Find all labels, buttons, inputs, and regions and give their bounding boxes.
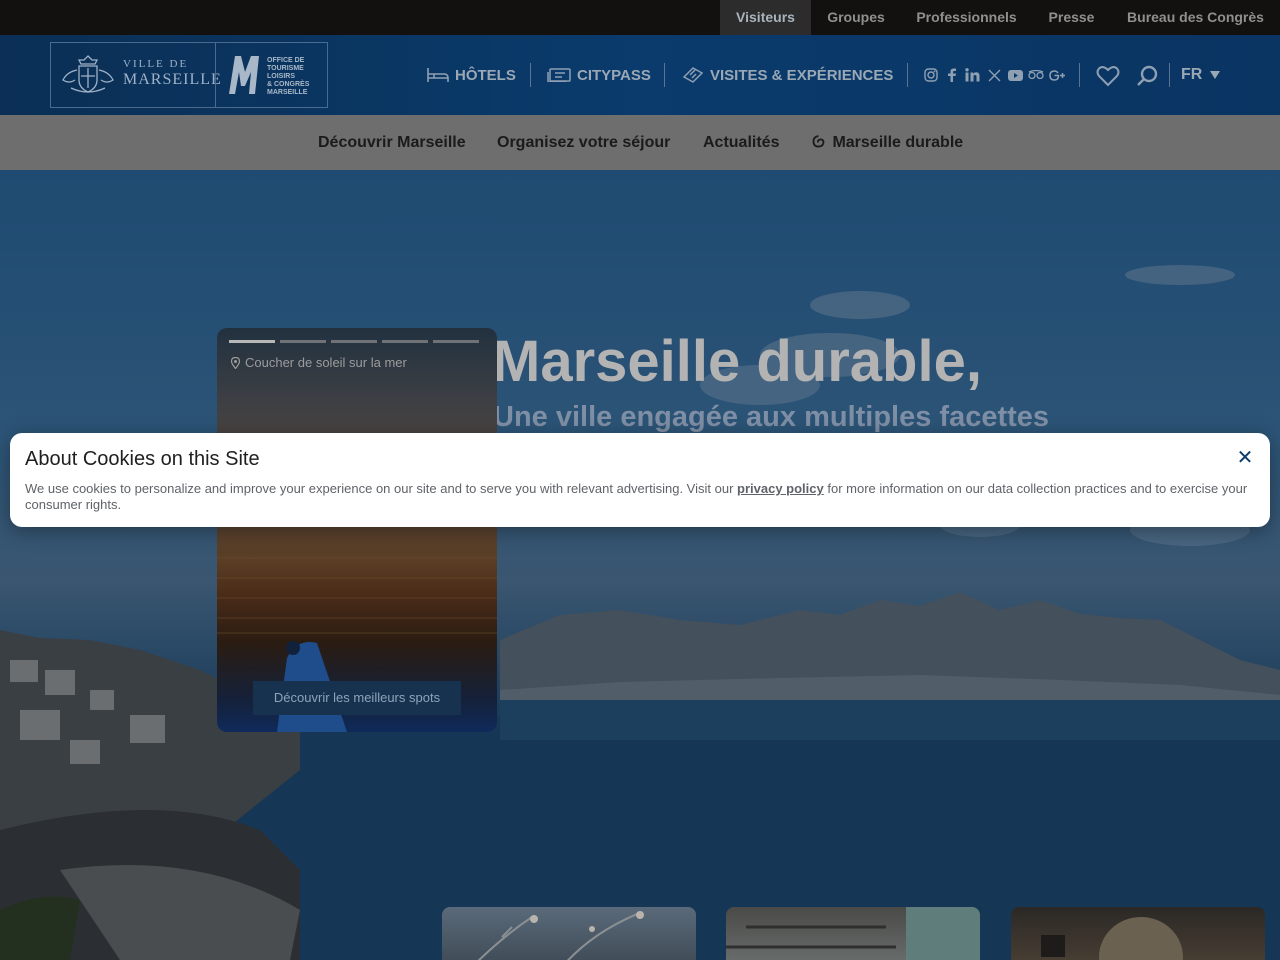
tripadvisor-icon[interactable]	[1027, 66, 1045, 84]
audience-groupes[interactable]: Groupes	[811, 0, 901, 35]
nav-decouvrir-marseille[interactable]: Découvrir Marseille	[318, 115, 466, 170]
facebook-icon[interactable]	[943, 66, 961, 84]
google-plus-icon[interactable]	[1048, 66, 1066, 84]
quick-link-hotels[interactable]: HÔTELS	[427, 35, 516, 115]
logo-ville-de: VILLE DE	[123, 58, 189, 70]
youtube-icon[interactable]	[1006, 66, 1024, 84]
logo-marseille: MARSEILLE	[123, 71, 222, 88]
site-logo[interactable]: VILLE DE MARSEILLE OFFICE DE TOURISME LO…	[50, 42, 328, 108]
leaf-swirl-icon	[812, 135, 825, 148]
linkedin-icon[interactable]	[963, 66, 981, 84]
thumbnail-card-1[interactable]	[442, 907, 696, 960]
caret-down-icon	[1209, 71, 1220, 79]
ticket-icon	[682, 67, 704, 83]
location-pin-icon	[231, 356, 240, 369]
story-card[interactable]: Coucher de soleil sur la mer Découvrir l…	[217, 328, 497, 732]
privacy-policy-link[interactable]: privacy policy	[737, 481, 824, 496]
cookie-banner-text: We use cookies to personalize and improv…	[25, 481, 1248, 512]
audience-visiteurs[interactable]: Visiteurs	[720, 0, 811, 35]
ticket-card-icon	[547, 68, 571, 82]
quick-link-visites[interactable]: VISITES & EXPÉRIENCES	[682, 35, 893, 115]
thumbnail-card-2[interactable]	[726, 907, 980, 960]
office-m-logo-icon	[229, 56, 259, 94]
main-nav: Découvrir Marseille Organisez votre séjo…	[0, 115, 1280, 170]
city-crest-icon	[62, 55, 114, 93]
nav-organisez-sejour[interactable]: Organisez votre séjour	[497, 115, 670, 170]
cookie-banner-title: About Cookies on this Site	[25, 448, 260, 470]
favorites-heart-icon[interactable]	[1095, 63, 1121, 89]
close-icon[interactable]: ✕	[1233, 446, 1257, 470]
audience-bureau-congres[interactable]: Bureau des Congrès	[1111, 0, 1280, 35]
hero-section: Marseille durable, Une ville engagée aux…	[0, 170, 1280, 960]
audience-professionnels[interactable]: Professionnels	[901, 0, 1032, 35]
sunset-photo	[217, 509, 497, 732]
cookie-banner: About Cookies on this Site ✕ We use cook…	[10, 433, 1270, 527]
audience-presse[interactable]: Presse	[1032, 0, 1111, 35]
thumbnail-card-3[interactable]	[1011, 907, 1265, 960]
quick-link-citypass[interactable]: CITYPASS	[547, 35, 651, 115]
site-header: VILLE DE MARSEILLE OFFICE DE TOURISME LO…	[0, 35, 1280, 115]
discover-spots-button[interactable]: Découvrir les meilleurs spots	[253, 681, 461, 715]
hero-background-image	[0, 265, 1280, 960]
language-selector[interactable]: FR	[1181, 35, 1220, 115]
hero-title: Marseille durable,	[492, 329, 982, 394]
slide-progress-3	[331, 340, 377, 343]
search-icon[interactable]	[1134, 63, 1160, 89]
bed-icon	[427, 68, 449, 82]
instagram-icon[interactable]	[922, 66, 940, 84]
audience-bar: Visiteurs Groupes Professionnels Presse …	[0, 0, 1280, 35]
slide-progress-4	[382, 340, 428, 343]
slide-progress-5	[433, 340, 479, 343]
logo-office-text: OFFICE DE TOURISME LOISIRS & CONGRÈS MAR…	[267, 57, 310, 96]
x-icon[interactable]	[985, 66, 1003, 84]
nav-actualites[interactable]: Actualités	[703, 115, 779, 170]
card-location: Coucher de soleil sur la mer	[231, 355, 407, 370]
slide-progress-1	[229, 340, 275, 343]
nav-marseille-durable[interactable]: Marseille durable	[812, 115, 963, 170]
slide-progress-2	[280, 340, 326, 343]
hero-subtitle: Une ville engagée aux multiples facettes	[493, 401, 1050, 433]
